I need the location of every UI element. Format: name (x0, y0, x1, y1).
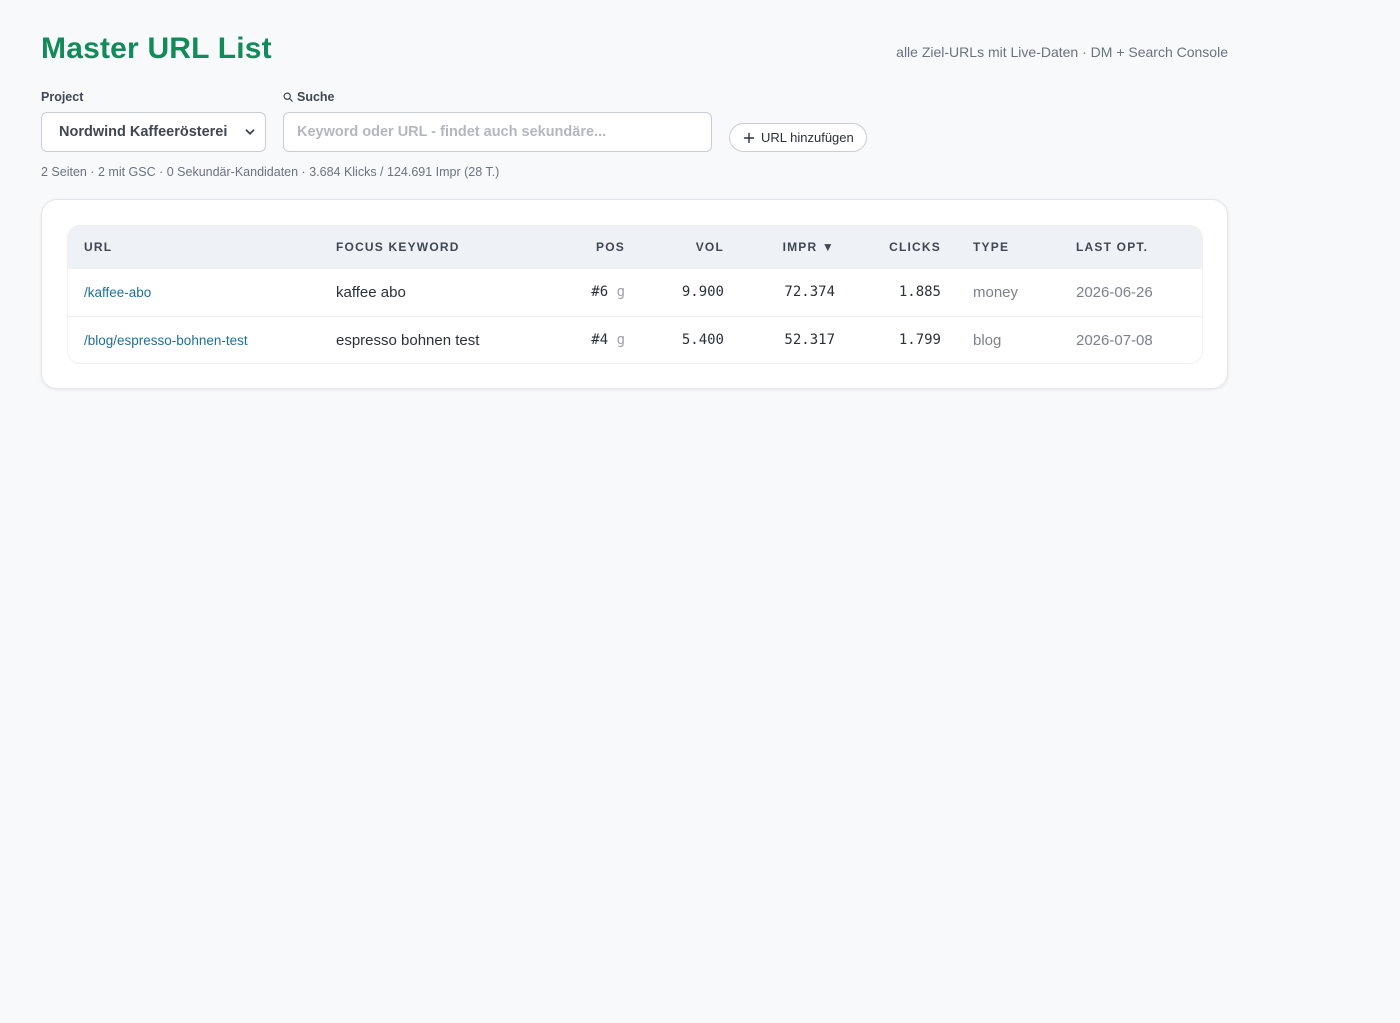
position-source: g (616, 284, 625, 300)
last-opt-cell: 2026-06-26 (1076, 284, 1153, 301)
chevron-down-icon (245, 129, 255, 135)
position-value: #6 (591, 284, 609, 300)
add-url-button-label: URL hinzufügen (761, 130, 854, 145)
column-header-type[interactable]: TYPE (973, 226, 1009, 269)
column-header-impr[interactable]: IMPR ▼ (783, 226, 835, 269)
volume-cell: 5.400 (681, 332, 724, 348)
url-table-card: URL FOCUS KEYWORD POS VOL IMPR ▼ CLICKS … (41, 199, 1228, 389)
url-table: URL FOCUS KEYWORD POS VOL IMPR ▼ CLICKS … (68, 226, 1202, 363)
search-label-text: Suche (297, 90, 335, 104)
column-header-last-opt[interactable]: LAST OPT. (1076, 226, 1148, 269)
position-source: g (616, 332, 625, 348)
project-label-text: Project (41, 90, 84, 104)
table-row: /kaffee-abo kaffee abo #6 g 9.900 72.374… (68, 269, 1202, 317)
column-header-vol[interactable]: VOL (696, 226, 724, 269)
project-select[interactable]: Nordwind Kaffeerösterei (41, 112, 266, 152)
summary-stats: 2 Seiten · 2 mit GSC · 0 Sekundär-Kandid… (41, 165, 500, 179)
page: Master URL List alle Ziel-URLs mit Live-… (0, 0, 1400, 1023)
type-cell: blog (973, 332, 1002, 349)
impressions-cell: 52.317 (784, 332, 835, 348)
impressions-cell: 72.374 (784, 284, 835, 300)
table-row: /blog/espresso-bohnen-test espresso bohn… (68, 317, 1202, 363)
plus-icon (743, 132, 755, 143)
clicks-cell: 1.799 (898, 332, 941, 348)
page-subtitle: alle Ziel-URLs mit Live-Daten · DM + Sea… (896, 44, 1228, 60)
page-title: Master URL List (41, 32, 272, 65)
column-header-clicks[interactable]: CLICKS (889, 226, 941, 269)
add-url-button[interactable]: URL hinzufügen (729, 123, 867, 152)
volume-cell: 9.900 (681, 284, 724, 300)
page-header: Master URL List alle Ziel-URLs mit Live-… (41, 30, 1228, 70)
focus-keyword-cell: espresso bohnen test (336, 332, 480, 349)
position-value: #4 (591, 332, 609, 348)
column-header-pos[interactable]: POS (596, 226, 625, 269)
type-cell: money (973, 284, 1019, 301)
search-label: Suche (283, 90, 335, 104)
project-select-value: Nordwind Kaffeerösterei (59, 124, 228, 140)
position-cell: #4 g (591, 317, 625, 363)
column-header-focus-keyword[interactable]: FOCUS KEYWORD (336, 226, 460, 269)
focus-keyword-cell: kaffee abo (336, 284, 406, 301)
last-opt-cell: 2026-07-08 (1076, 332, 1153, 349)
url-link[interactable]: /blog/espresso-bohnen-test (84, 333, 248, 348)
project-label: Project (41, 90, 83, 104)
position-cell: #6 g (591, 269, 625, 316)
column-header-url[interactable]: URL (84, 226, 112, 269)
search-icon (283, 92, 293, 102)
table-header: URL FOCUS KEYWORD POS VOL IMPR ▼ CLICKS … (68, 226, 1202, 269)
search-input[interactable] (283, 112, 712, 152)
clicks-cell: 1.885 (898, 284, 941, 300)
url-link[interactable]: /kaffee-abo (84, 285, 151, 300)
